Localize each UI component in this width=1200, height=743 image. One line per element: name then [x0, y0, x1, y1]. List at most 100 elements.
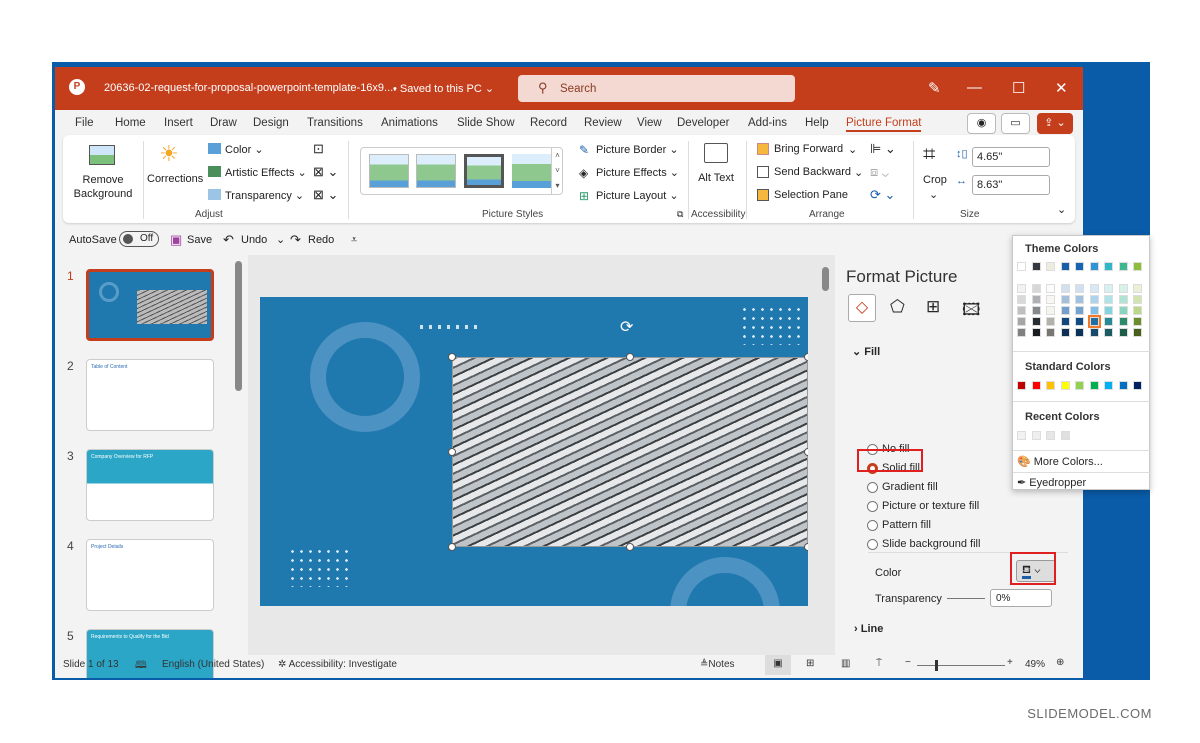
theme-shade-swatch[interactable]: [1060, 284, 1070, 293]
collapse-ribbon-icon[interactable]: ⌄: [1057, 203, 1066, 216]
artistic-effects-button[interactable]: Artistic Effects ⌄: [225, 166, 307, 179]
selection-pane-button[interactable]: Selection Pane: [774, 189, 848, 201]
comments-button[interactable]: ▭: [1001, 113, 1030, 134]
transparency-slider[interactable]: [947, 598, 985, 599]
theme-shade-swatch[interactable]: [1060, 328, 1070, 337]
more-colors-item[interactable]: 🎨 More Colors...: [1017, 455, 1103, 468]
theme-shade-swatch[interactable]: [1087, 315, 1101, 328]
style-3[interactable]: [464, 154, 504, 188]
theme-shade-swatch[interactable]: [1075, 295, 1084, 304]
theme-shade-swatch[interactable]: [1031, 295, 1041, 304]
theme-shade-swatch[interactable]: [1046, 295, 1055, 304]
width-input[interactable]: 8.63": [972, 175, 1050, 195]
theme-shade-swatch[interactable]: [1031, 306, 1041, 315]
fill-option-label[interactable]: Slide background fill: [882, 538, 980, 550]
save-status[interactable]: • Saved to this PC ⌄: [393, 82, 494, 95]
tab-insert[interactable]: Insert: [164, 117, 193, 129]
theme-shade-swatch[interactable]: [1060, 317, 1070, 326]
theme-color-swatch[interactable]: [1118, 262, 1128, 271]
radio-slide-background-fill[interactable]: [867, 539, 878, 550]
theme-shade-swatch[interactable]: [1031, 317, 1041, 326]
tab-slide-show[interactable]: Slide Show: [457, 117, 515, 129]
standard-color-swatch[interactable]: [1133, 381, 1142, 390]
theme-shade-swatch[interactable]: [1133, 284, 1142, 293]
height-input[interactable]: 4.65": [972, 147, 1050, 167]
theme-color-swatch[interactable]: [1089, 262, 1099, 271]
standard-color-swatch[interactable]: [1060, 381, 1070, 390]
picture-icon[interactable]: 🖾: [962, 297, 981, 326]
theme-shade-swatch[interactable]: [1089, 328, 1099, 337]
tab-animations[interactable]: Animations: [381, 117, 438, 129]
tab-view[interactable]: View: [637, 117, 662, 129]
slide-thumbnail-1[interactable]: [86, 269, 214, 341]
fill-option-label[interactable]: Gradient fill: [882, 481, 938, 493]
theme-shade-swatch[interactable]: [1060, 306, 1070, 315]
maximize-button[interactable]: ☐: [1012, 79, 1025, 97]
theme-shade-swatch[interactable]: [1118, 328, 1128, 337]
theme-shade-swatch[interactable]: [1031, 284, 1041, 293]
tab-developer[interactable]: Developer: [677, 117, 729, 129]
theme-shade-swatch[interactable]: [1031, 328, 1041, 337]
theme-shade-swatch[interactable]: [1118, 284, 1128, 293]
reset-picture-icon[interactable]: ⊠ ⌄: [313, 187, 338, 203]
selected-picture[interactable]: [452, 357, 808, 547]
theme-shade-swatch[interactable]: [1089, 295, 1099, 304]
theme-color-swatch[interactable]: [1133, 262, 1142, 271]
normal-view-icon[interactable]: ▣: [765, 655, 791, 675]
theme-shade-swatch[interactable]: [1017, 284, 1026, 293]
rotate-handle-icon[interactable]: ⟳: [620, 317, 633, 337]
tab-picture-format[interactable]: Picture Format: [846, 117, 922, 132]
gallery-scroll[interactable]: ˄ ˅ ▾: [551, 148, 563, 194]
tab-file[interactable]: File: [75, 117, 94, 129]
autosave-toggle[interactable]: Off: [119, 231, 159, 247]
corrections-button[interactable]: Corrections: [147, 173, 203, 185]
theme-shade-swatch[interactable]: [1046, 328, 1055, 337]
theme-color-swatch[interactable]: [1075, 262, 1084, 271]
customize-qat-icon[interactable]: ⩡: [351, 234, 357, 247]
fill-option-label[interactable]: Pattern fill: [882, 519, 931, 531]
save-button[interactable]: Save: [187, 234, 212, 246]
standard-color-swatch[interactable]: [1031, 381, 1041, 390]
change-picture-icon[interactable]: ⊠ ⌄: [313, 164, 338, 180]
theme-shade-swatch[interactable]: [1133, 306, 1142, 315]
standard-color-swatch[interactable]: [1104, 381, 1113, 390]
radio-gradient-fill[interactable]: [867, 482, 878, 493]
group-icon[interactable]: ⧈ ⌄: [870, 164, 889, 180]
theme-shade-swatch[interactable]: [1118, 317, 1128, 326]
theme-shade-swatch[interactable]: [1104, 306, 1113, 315]
theme-shade-swatch[interactable]: [1046, 317, 1055, 326]
theme-shade-swatch[interactable]: [1133, 317, 1142, 326]
slide-thumbnail-4[interactable]: Project Details: [86, 539, 214, 611]
align-icon[interactable]: ⊫ ⌄: [870, 141, 896, 157]
zoom-in-button[interactable]: +: [1007, 657, 1013, 668]
picture-layout-button[interactable]: Picture Layout ⌄: [596, 189, 679, 202]
theme-shade-swatch[interactable]: [1075, 317, 1084, 326]
thumbnails-scrollbar[interactable]: [235, 261, 242, 391]
fill-option-label[interactable]: Picture or texture fill: [882, 500, 979, 512]
theme-shade-swatch[interactable]: [1133, 295, 1142, 304]
theme-shade-swatch[interactable]: [1075, 328, 1084, 337]
slideshow-icon[interactable]: ⍑: [876, 658, 882, 669]
tab-review[interactable]: Review: [584, 117, 622, 129]
share-button[interactable]: ⇪ ⌄: [1037, 113, 1073, 134]
minimize-button[interactable]: —: [967, 79, 982, 96]
tab-help[interactable]: Help: [805, 117, 829, 129]
theme-shade-swatch[interactable]: [1046, 306, 1055, 315]
theme-shade-swatch[interactable]: [1104, 295, 1113, 304]
record-button[interactable]: ◉: [967, 113, 996, 134]
style-4[interactable]: [512, 154, 552, 188]
standard-color-swatch[interactable]: [1075, 381, 1084, 390]
tab-home[interactable]: Home: [115, 117, 146, 129]
standard-color-swatch[interactable]: [1118, 381, 1128, 390]
bring-forward-dropdown[interactable]: ⌄: [848, 143, 857, 156]
theme-shade-swatch[interactable]: [1089, 284, 1099, 293]
size-properties-icon[interactable]: ⊞: [926, 297, 940, 317]
slide-canvas[interactable]: ⟳: [260, 297, 808, 606]
theme-color-swatch[interactable]: [1031, 262, 1041, 271]
dialog-launcher-icon[interactable]: ⧉: [677, 209, 683, 220]
slide-sorter-icon[interactable]: ⊞: [806, 658, 814, 669]
theme-color-swatch[interactable]: [1017, 262, 1026, 271]
bring-forward-button[interactable]: Bring Forward: [774, 143, 843, 155]
fill-line-icon[interactable]: ◇: [848, 294, 876, 322]
theme-shade-swatch[interactable]: [1017, 306, 1026, 315]
